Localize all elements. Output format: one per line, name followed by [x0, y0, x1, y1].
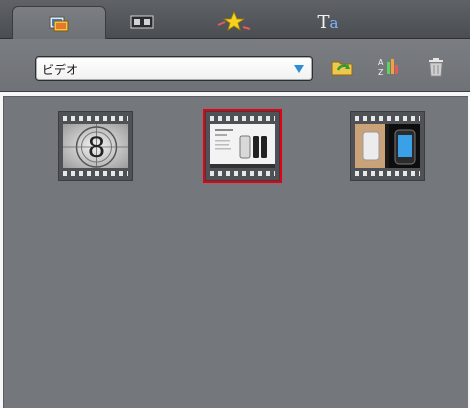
- countdown-8-icon: 8: [63, 124, 128, 168]
- media-grid: 8: [3, 96, 468, 408]
- sort-button[interactable]: A Z: [376, 55, 400, 79]
- svg-text:A: A: [378, 58, 384, 67]
- tab-text[interactable]: Ta: [282, 6, 374, 38]
- tab-transitions[interactable]: [96, 6, 188, 38]
- film-frame: [350, 111, 425, 181]
- tab-effects[interactable]: [188, 6, 280, 38]
- film-frame: [205, 111, 280, 181]
- folder-select[interactable]: ビデオ: [35, 56, 313, 81]
- effects-icon: [217, 11, 251, 31]
- film-frame: 8: [58, 111, 133, 181]
- media-toolbar: ビデオ A Z: [0, 39, 470, 92]
- text-icon: Ta: [317, 11, 339, 33]
- folder-select-value: ビデオ: [42, 63, 79, 77]
- media-item-phone-video[interactable]: [350, 111, 425, 181]
- svg-text:8: 8: [88, 131, 105, 164]
- trash-icon: [429, 58, 443, 77]
- transitions-icon: [130, 15, 154, 29]
- phone-video-icon: [355, 124, 420, 168]
- media-item-countdown[interactable]: 8: [58, 111, 133, 181]
- import-button[interactable]: [330, 55, 354, 79]
- media-library-icon: [49, 16, 69, 31]
- chevron-down-icon: [294, 65, 304, 73]
- folder-import-icon: [331, 61, 353, 76]
- media-item-product-video[interactable]: [203, 109, 282, 183]
- tab-media[interactable]: [12, 6, 106, 40]
- tab-bar: Ta: [0, 0, 470, 40]
- svg-text:Z: Z: [378, 68, 384, 77]
- product-video-icon: [210, 124, 275, 168]
- delete-button[interactable]: [424, 55, 448, 79]
- sort-az-icon: A Z: [378, 58, 398, 77]
- media-library-panel: Ta ビデオ A Z 8: [0, 0, 470, 408]
